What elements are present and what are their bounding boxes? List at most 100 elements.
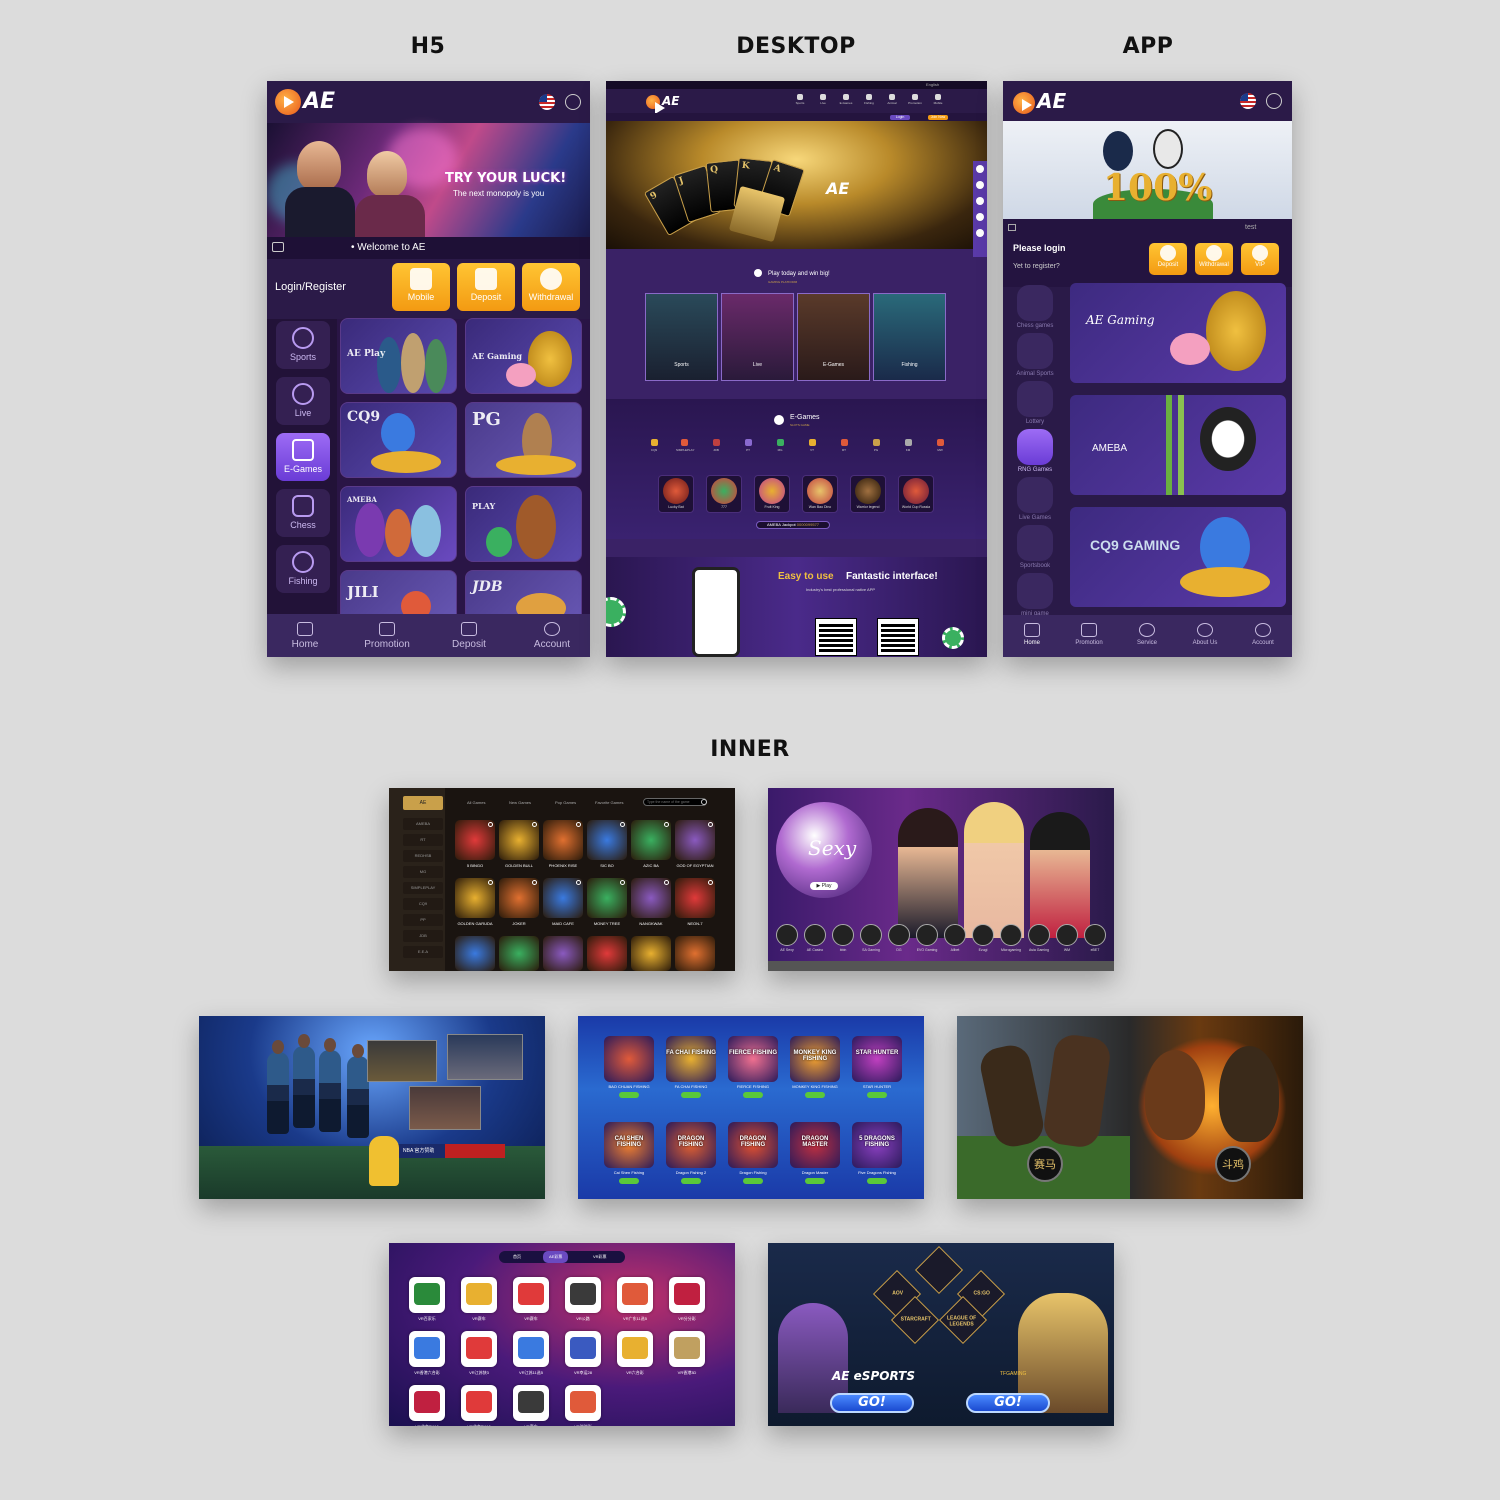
lottery-game-icon[interactable] <box>669 1331 705 1367</box>
game-card[interactable] <box>455 878 495 918</box>
lottery-game-icon[interactable] <box>617 1331 653 1367</box>
promo-banner[interactable]: 100% <box>1003 121 1292 219</box>
fishing-play-button[interactable] <box>867 1092 887 1098</box>
fishing-game-icon[interactable]: STAR HUNTER <box>852 1036 902 1082</box>
game-card[interactable] <box>499 820 539 860</box>
tab-ae-lottery[interactable]: AE彩票 <box>543 1251 569 1263</box>
nav-egames[interactable]: E-Games <box>839 94 853 105</box>
mobile-button[interactable]: Mobile <box>392 263 450 311</box>
game-777[interactable]: 777 <box>706 475 742 513</box>
fishing-play-button[interactable] <box>743 1178 763 1184</box>
provider-km[interactable]: KM <box>900 439 916 452</box>
favorite-icon[interactable] <box>708 880 713 885</box>
whatsapp-icon[interactable] <box>976 229 984 237</box>
game-card[interactable] <box>587 936 627 971</box>
fishing-game-icon[interactable]: DRAGON FISHING <box>728 1122 778 1168</box>
provider-item[interactable]: RT <box>403 834 443 846</box>
horse-racing-button[interactable]: 赛马 <box>1027 1146 1063 1182</box>
lottery-game-icon[interactable] <box>461 1331 497 1367</box>
search-icon[interactable] <box>701 799 707 805</box>
game-wan-bao-dino[interactable]: Wan Bao Dino <box>802 475 838 513</box>
side-egames[interactable]: E-Games <box>276 433 330 481</box>
chat-icon[interactable] <box>976 165 984 173</box>
game-card[interactable] <box>587 878 627 918</box>
us-flag-icon[interactable] <box>1240 93 1256 109</box>
provider-item[interactable]: CQ9 <box>403 898 443 910</box>
side-mini-game[interactable]: mini game <box>1009 573 1061 617</box>
cockfight-button[interactable]: 斗鸡 <box>1215 1146 1251 1182</box>
game-tile-ae-gaming[interactable]: AE Gaming <box>465 318 582 394</box>
nav-deposit[interactable]: Deposit <box>447 622 491 650</box>
fishing-game-icon[interactable]: 5 DRAGONS FISHING <box>852 1122 902 1168</box>
provider-item[interactable]: MG <box>403 866 443 878</box>
side-live[interactable]: Live <box>276 377 330 425</box>
sport-thumb[interactable] <box>409 1086 481 1130</box>
game-card[interactable] <box>631 820 671 860</box>
tab-all-games[interactable]: All Games <box>467 800 485 805</box>
side-sportsbook[interactable]: Sportsbook <box>1009 525 1061 569</box>
game-card[interactable] <box>543 820 583 860</box>
provider-chip[interactable] <box>1056 924 1078 946</box>
go-button-ae[interactable]: GO! <box>830 1393 914 1413</box>
fishing-game-icon[interactable]: MONKEY KING FISHING <box>790 1036 840 1082</box>
side-chess-games[interactable]: Chess games <box>1009 285 1061 329</box>
fishing-play-button[interactable] <box>867 1178 887 1184</box>
nav-account[interactable]: Account <box>529 622 575 650</box>
fishing-game-icon[interactable]: FA CHAI FISHING <box>666 1036 716 1082</box>
fishing-game-icon[interactable]: DRAGON FISHING <box>666 1122 716 1168</box>
side-chess[interactable]: Chess <box>276 489 330 537</box>
provider-chip[interactable] <box>1084 924 1106 946</box>
chat-icon[interactable] <box>1266 93 1282 109</box>
game-warrior-legend[interactable]: Warrior legend <box>850 475 886 513</box>
provider-vt[interactable]: VT <box>804 439 820 452</box>
go-button-tf[interactable]: GO! <box>966 1393 1050 1413</box>
game-card[interactable] <box>631 936 671 971</box>
provider-cq9[interactable]: CQ9 <box>646 439 662 452</box>
hero-banner[interactable]: TRY YOUR LUCK! The next monopoly is you <box>267 123 590 237</box>
vip-button[interactable]: VIP <box>1241 243 1279 275</box>
nav-fishing[interactable]: Fishing <box>862 94 876 105</box>
ae-logo[interactable]: AE <box>275 89 335 115</box>
phone-icon[interactable] <box>976 213 984 221</box>
provider-item[interactable]: AMEBA <box>403 818 443 830</box>
game-lucky-bat[interactable]: Lucky Bat <box>658 475 694 513</box>
fishing-game-icon[interactable]: FIERCE FISHING <box>728 1036 778 1082</box>
game-card[interactable] <box>543 936 583 971</box>
provider-chip[interactable] <box>832 924 854 946</box>
login-button[interactable]: Login <box>890 115 910 120</box>
side-lottery[interactable]: Lottery <box>1009 381 1061 425</box>
deposit-button[interactable]: Deposit <box>1149 243 1187 275</box>
game-search-input[interactable] <box>643 798 707 806</box>
platform-tile-sports[interactable]: Sports <box>645 293 718 381</box>
ae-logo[interactable]: AE <box>646 94 679 114</box>
lottery-game-icon[interactable] <box>565 1385 601 1421</box>
language-select[interactable]: English <box>926 82 939 87</box>
provider-item[interactable]: E.E.A <box>403 946 443 958</box>
provider-chip[interactable] <box>776 924 798 946</box>
side-live-games[interactable]: Live Games <box>1009 477 1061 521</box>
provider-chip[interactable] <box>1000 924 1022 946</box>
provider-item[interactable]: REDHSB <box>403 850 443 862</box>
fishing-play-button[interactable] <box>681 1092 701 1098</box>
game-world-cup-russia[interactable]: World Cup Russia <box>898 475 934 513</box>
nav-live[interactable]: Live <box>816 94 830 105</box>
lottery-game-icon[interactable] <box>409 1385 445 1421</box>
provider-mw[interactable]: MW <box>932 439 948 452</box>
nav-account[interactable]: Account <box>1243 623 1283 646</box>
tab-pop-games[interactable]: Pop Games <box>555 800 576 805</box>
qq-icon[interactable] <box>976 181 984 189</box>
nav-about-us[interactable]: About Us <box>1183 623 1227 646</box>
favorite-icon[interactable] <box>664 822 669 827</box>
nav-home[interactable]: Home <box>1015 623 1049 646</box>
provider-chip[interactable] <box>1028 924 1050 946</box>
platform-tile-live[interactable]: Live <box>721 293 794 381</box>
ae-logo[interactable]: AE <box>1013 89 1066 114</box>
lottery-game-icon[interactable] <box>617 1277 653 1313</box>
fishing-game-icon[interactable] <box>604 1036 654 1082</box>
please-login[interactable]: Please login <box>1013 243 1066 253</box>
nav-sports[interactable]: Sports <box>793 94 807 105</box>
app-tile-cq9[interactable]: CQ9 GAMING <box>1070 507 1286 607</box>
favorite-icon[interactable] <box>488 822 493 827</box>
provider-chip[interactable] <box>804 924 826 946</box>
mail-icon[interactable] <box>976 197 984 205</box>
